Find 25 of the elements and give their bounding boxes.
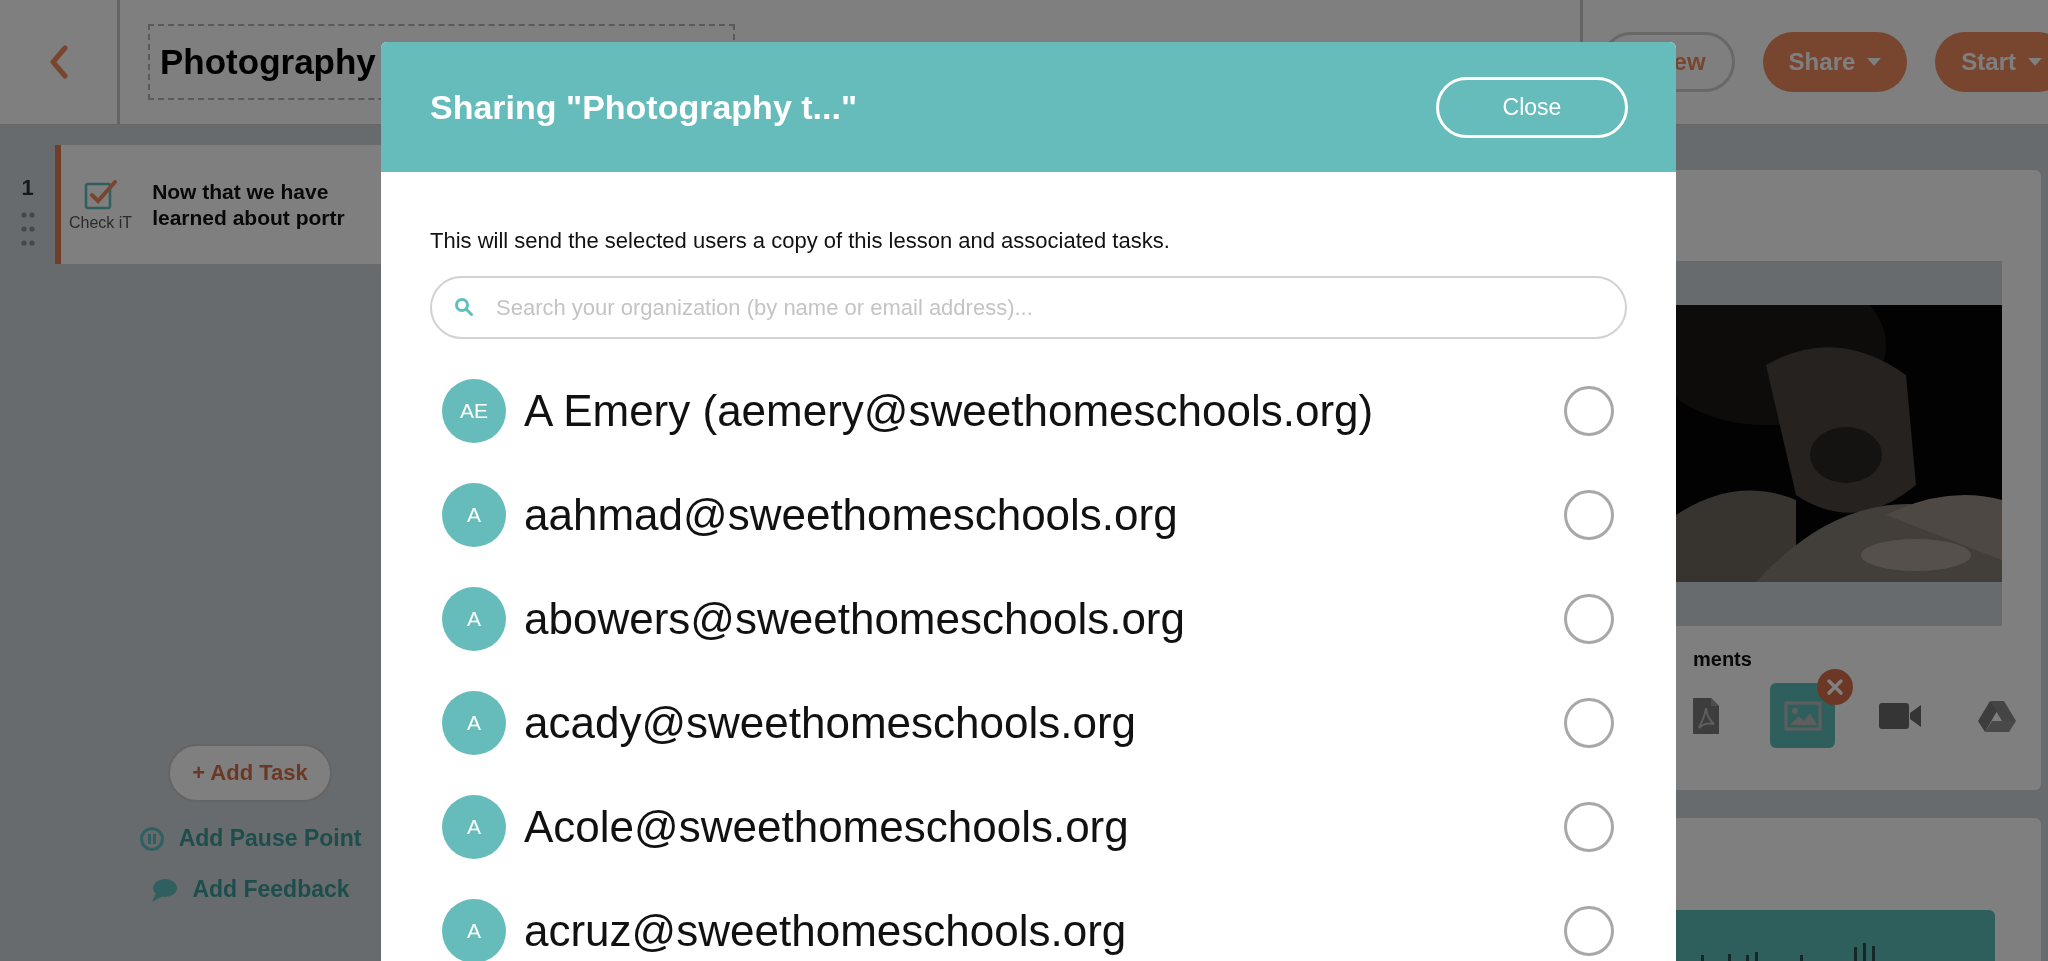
task-type-label: Check iT	[69, 213, 133, 232]
action-link[interactable]: Add Feedback	[144, 875, 356, 904]
add-task-button[interactable]: + Add Task	[168, 744, 332, 802]
user-name: A Emery (aemery@sweethomeschools.org)	[524, 386, 1375, 436]
user-name: aahmad@sweethomeschools.org	[524, 490, 1179, 540]
dropdown-button[interactable]: Share	[1762, 32, 1908, 92]
dialog-title: Sharing "Photography t..."	[430, 87, 859, 127]
avatar: A	[442, 587, 506, 651]
user-name: acruz@sweethomeschools.org	[524, 906, 1128, 956]
avatar: AE	[442, 379, 506, 443]
user-name: acady@sweethomeschools.org	[524, 698, 1138, 748]
close-button[interactable]: Close	[1436, 76, 1628, 138]
search-field[interactable]: Search your organization (by name or email address)...	[430, 276, 1627, 339]
dropdown-button[interactable]: Start	[1935, 32, 2048, 92]
section-heading: ments	[1693, 648, 1753, 671]
avatar: A	[442, 483, 506, 547]
action-link[interactable]: Add Pause Point	[132, 824, 368, 853]
avatar: A	[442, 795, 506, 859]
task-text: Now that we have learned about portr	[152, 179, 346, 230]
task-number: 1	[21, 175, 34, 201]
user-name: abowers@sweethomeschools.org	[524, 594, 1186, 644]
user-name: Acole@sweethomeschools.org	[524, 802, 1130, 852]
lesson-title: Photography	[160, 42, 376, 82]
avatar: A	[442, 691, 506, 755]
avatar: A	[442, 899, 506, 961]
